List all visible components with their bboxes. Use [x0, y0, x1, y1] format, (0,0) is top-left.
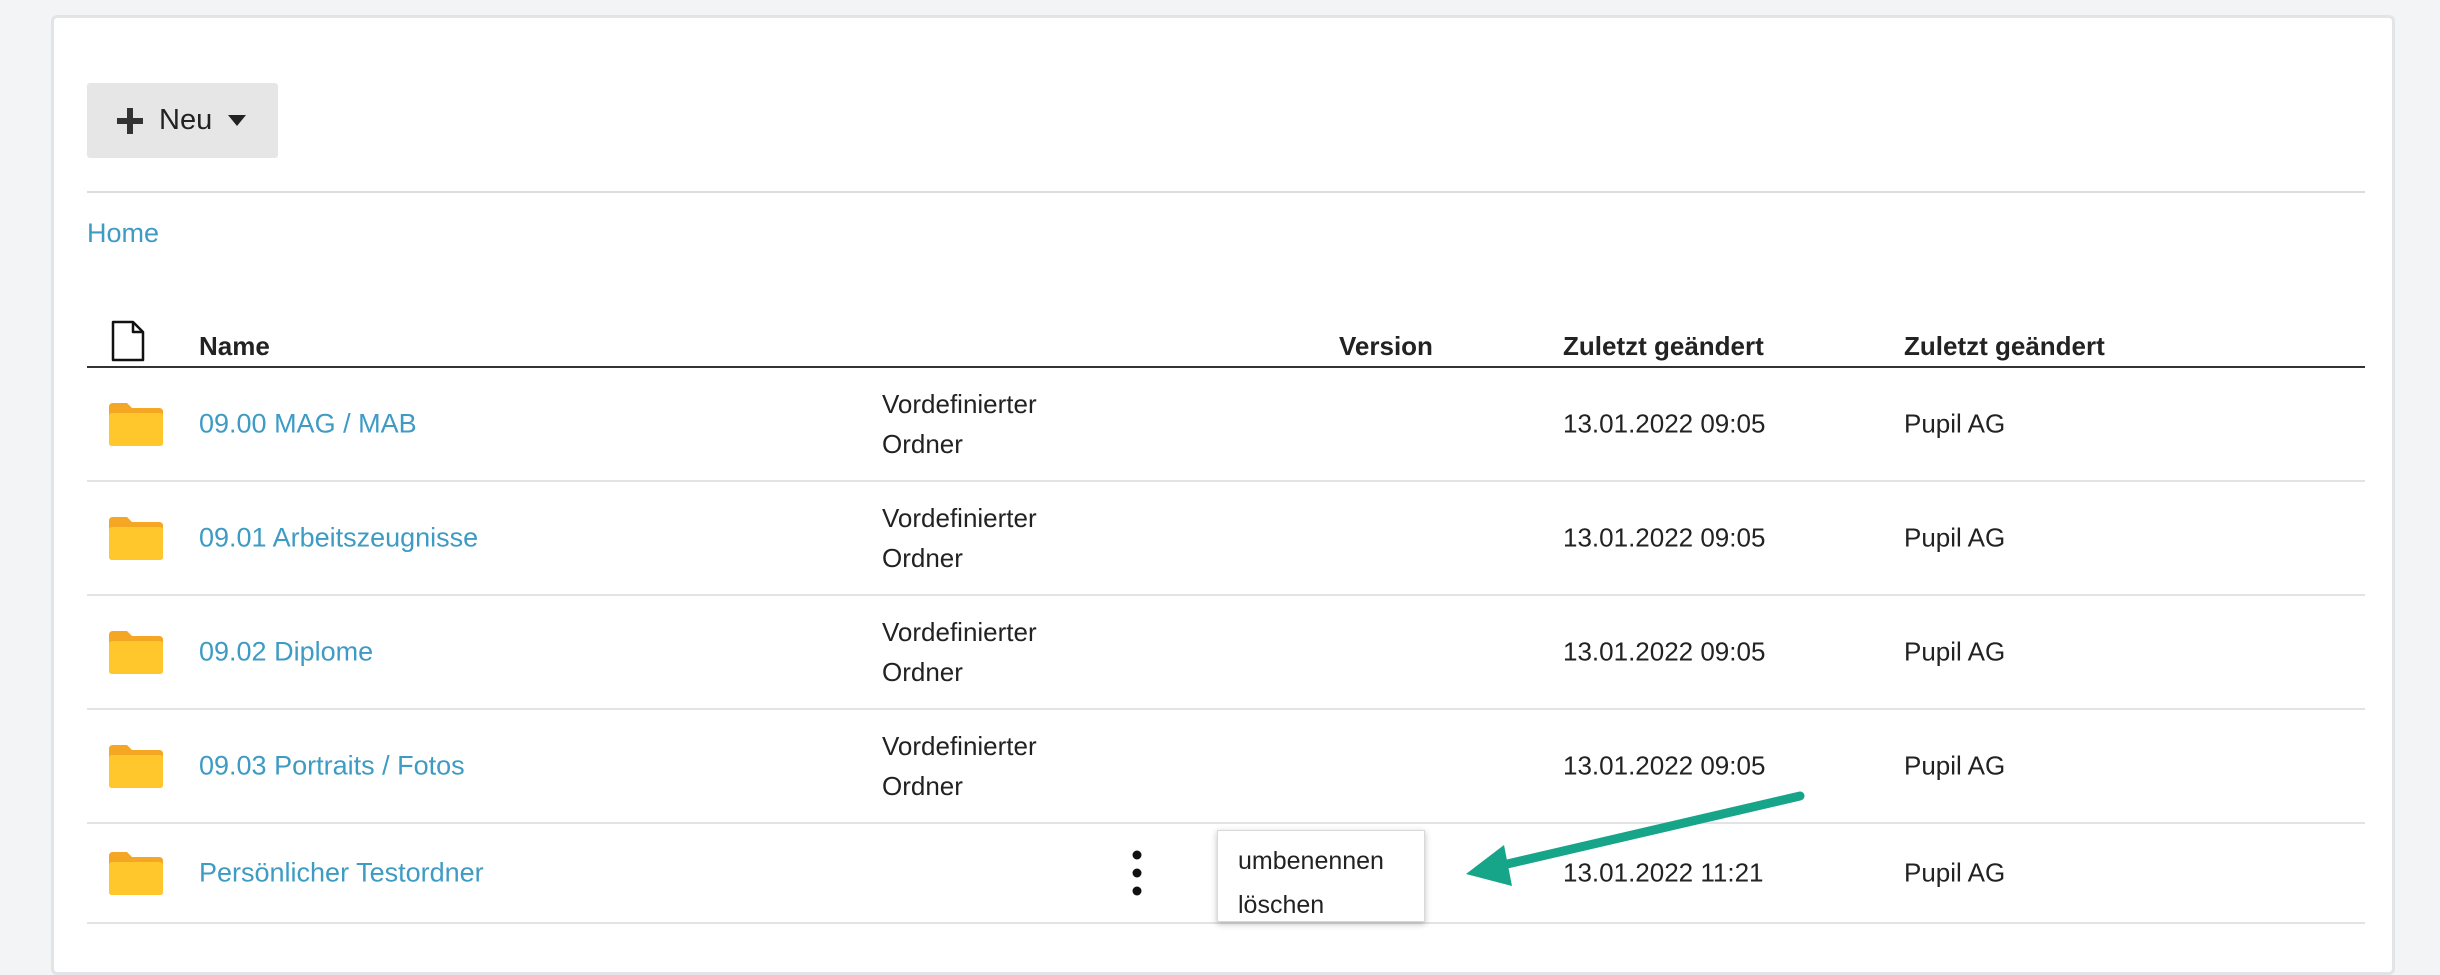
type-line-1: Vordefinierter [882, 617, 1037, 647]
type-line-2: Ordner [882, 429, 963, 459]
folder-icon [109, 517, 163, 560]
table-row[interactable]: 09.00 MAG / MAB Vordefinierter Ordner 13.… [87, 368, 2365, 482]
folder-name-link[interactable]: 09.02 Diplome [199, 637, 373, 668]
header-name[interactable]: Name [199, 331, 270, 362]
header-modified-by[interactable]: Zuletzt geändert [1904, 331, 2105, 362]
menu-item-delete[interactable]: löschen [1218, 883, 1424, 927]
table-row[interactable]: 09.02 Diplome Vordefinierter Ordner 13.01… [87, 596, 2365, 710]
folder-name-link[interactable]: 09.03 Portraits / Fotos [199, 751, 465, 782]
table-row[interactable]: Persönlicher Testordner umbenennen lösch… [87, 824, 2365, 924]
folder-name-link[interactable]: Persönlicher Testordner [199, 858, 484, 889]
type-line-1: Vordefinierter [882, 389, 1037, 419]
new-button-label: Neu [159, 104, 213, 136]
type-line-2: Ordner [882, 543, 963, 573]
breadcrumb-home[interactable]: Home [87, 218, 159, 249]
modified-date: 13.01.2022 11:21 [1563, 857, 1764, 888]
menu-item-rename[interactable]: umbenennen [1218, 839, 1424, 883]
toolbar: Neu [87, 83, 2365, 193]
folder-name-link[interactable]: 09.00 MAG / MAB [199, 409, 417, 440]
folder-icon [109, 745, 163, 788]
modified-date: 13.01.2022 09:05 [1563, 636, 1766, 667]
type-cell: Vordefinierter Ordner [882, 612, 1037, 692]
type-line-2: Ordner [882, 771, 963, 801]
folder-name-link[interactable]: 09.01 Arbeitszeugnisse [199, 523, 478, 554]
modified-date: 13.01.2022 09:05 [1563, 750, 1766, 781]
folder-icon [109, 631, 163, 674]
modified-by: Pupil AG [1904, 408, 2006, 439]
type-cell: Vordefinierter Ordner [882, 726, 1037, 806]
modified-date: 13.01.2022 09:05 [1563, 522, 1766, 553]
folder-icon [109, 403, 163, 446]
kebab-menu-icon[interactable] [1127, 849, 1147, 897]
modified-date: 13.01.2022 09:05 [1563, 408, 1766, 439]
table-header: Name Version Zuletzt geändert Zuletzt ge… [87, 298, 2365, 368]
header-modified[interactable]: Zuletzt geändert [1563, 331, 1764, 362]
new-button[interactable]: Neu [87, 83, 278, 158]
modified-by: Pupil AG [1904, 522, 2006, 553]
table-row[interactable]: 09.03 Portraits / Fotos Vordefinierter Or… [87, 710, 2365, 824]
context-menu: umbenennen löschen [1217, 830, 1425, 922]
modified-by: Pupil AG [1904, 636, 2006, 667]
type-line-1: Vordefinierter [882, 731, 1037, 761]
plus-icon [117, 107, 143, 134]
file-table: Name Version Zuletzt geändert Zuletzt ge… [87, 298, 2365, 924]
type-cell: Vordefinierter Ordner [882, 498, 1037, 578]
table-row[interactable]: 09.01 Arbeitszeugnisse Vordefinierter Ord… [87, 482, 2365, 596]
header-version[interactable]: Version [1339, 331, 1433, 362]
caret-down-icon [228, 114, 247, 126]
modified-by: Pupil AG [1904, 857, 2006, 888]
type-line-1: Vordefinierter [882, 503, 1037, 533]
type-line-2: Ordner [882, 657, 963, 687]
type-cell: Vordefinierter Ordner [882, 384, 1037, 464]
folder-icon [109, 852, 163, 895]
file-browser-panel: Neu Home Name Version Zuletzt geändert Z… [51, 15, 2395, 975]
document-icon [111, 320, 145, 362]
modified-by: Pupil AG [1904, 750, 2006, 781]
